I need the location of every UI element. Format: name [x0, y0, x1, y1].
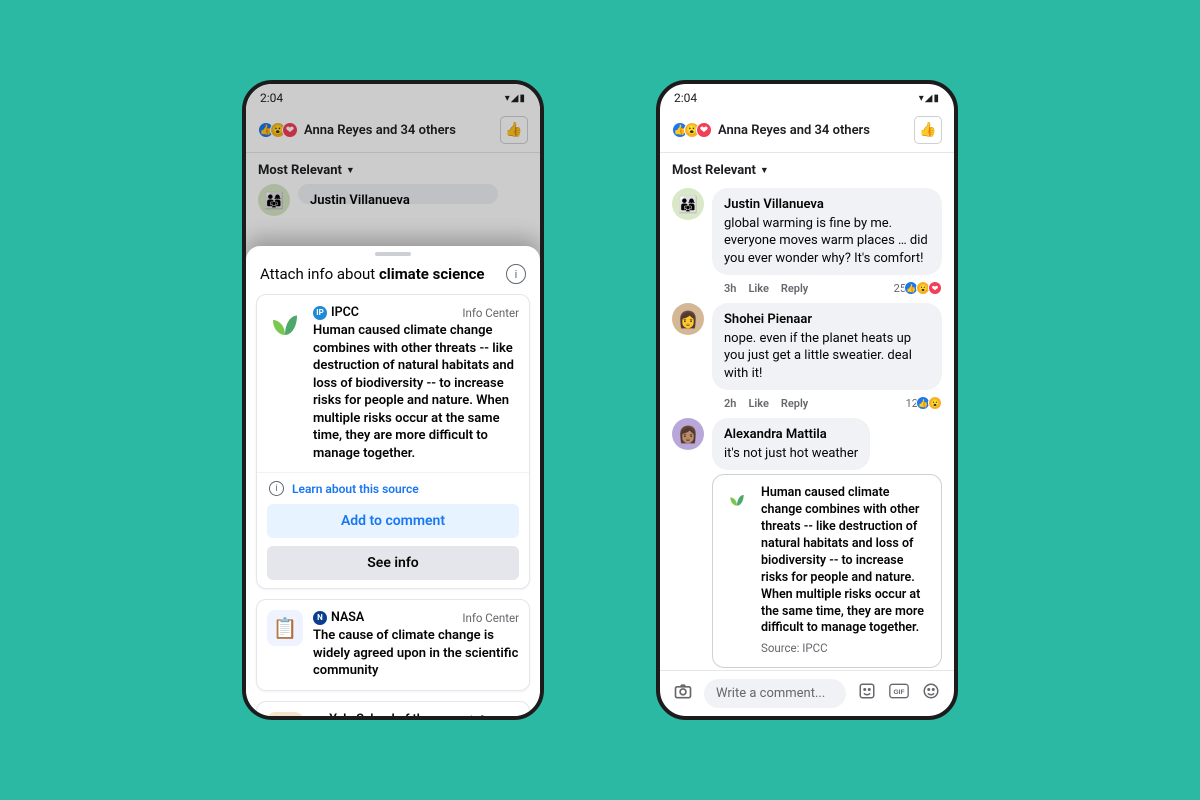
- info-card-ipcc[interactable]: IP IPCC Info Center Human caused climate…: [256, 294, 530, 589]
- emoji-icon[interactable]: [920, 682, 942, 705]
- comment-bubble: Alexandra Mattila it's not just hot weat…: [712, 418, 870, 470]
- comments-list[interactable]: 👨‍👩‍👧 Justin Villanueva global warming i…: [660, 184, 954, 670]
- heart-icon: ❤: [282, 122, 298, 138]
- sheet-title-prefix: Attach info about: [260, 265, 379, 283]
- reaction-summary[interactable]: Anna Reyes and 34 others: [304, 123, 494, 138]
- comment-text: global warming is fine by me. everyone m…: [724, 216, 928, 266]
- reaction-icons: 👍 😮 ❤: [672, 122, 712, 138]
- camera-icon[interactable]: [672, 681, 694, 706]
- sheet-title: Attach info about climate science i: [246, 260, 540, 294]
- comment-input[interactable]: Write a comment...: [704, 679, 846, 708]
- source-name: NASA: [331, 610, 364, 625]
- comments-list: 👨‍👩‍👧 Justin Villanueva: [246, 184, 540, 222]
- comment-bubble: Justin Villanueva global warming is fine…: [712, 188, 942, 275]
- comment-actions: 2h Like Reply 12 👍 😮: [724, 396, 942, 410]
- comment-author: Shohei Pienaar: [724, 311, 930, 329]
- drag-handle[interactable]: [375, 252, 411, 256]
- comment-bubble: Shohei Pienaar nope. even if the planet …: [712, 303, 942, 390]
- comment: 👩 Shohei Pienaar nope. even if the plane…: [672, 303, 942, 390]
- comment-author: Justin Villanueva: [724, 196, 930, 214]
- avatar[interactable]: 👨‍👩‍👧: [258, 184, 290, 216]
- sprout-icon: [267, 305, 303, 341]
- reaction-summary[interactable]: Anna Reyes and 34 others: [718, 123, 908, 138]
- sticker-icon[interactable]: [856, 682, 878, 705]
- reaction-count[interactable]: 12 👍 😮: [906, 396, 942, 410]
- attach-info-sheet: Attach info about climate science i IP I…: [246, 246, 540, 716]
- info-center-label: Info Center: [462, 611, 519, 625]
- comment-text: it's not just hot weather: [724, 446, 858, 461]
- info-center-label: Info Center: [470, 713, 519, 716]
- status-time: 2:04: [674, 91, 697, 105]
- sheet-body: IP IPCC Info Center Human caused climate…: [246, 294, 540, 716]
- reactions-bar: 👍 😮 ❤ Anna Reyes and 34 others 👍: [246, 108, 540, 153]
- info-icon[interactable]: i: [506, 264, 526, 284]
- phone-mock-left: 2:04 ▾◢▮ 👍 😮 ❤ Anna Reyes and 34 others …: [242, 80, 544, 720]
- attached-text: Human caused climate change combines wit…: [761, 485, 931, 637]
- info-center-label: Info Center: [462, 306, 519, 320]
- chevron-down-icon: ▼: [346, 165, 355, 176]
- learn-source-link: Learn about this source: [292, 482, 419, 496]
- heart-icon: ❤: [928, 281, 942, 295]
- svg-text:GIF: GIF: [893, 689, 904, 696]
- learn-source-row[interactable]: i Learn about this source: [257, 472, 529, 504]
- info-card-yale[interactable]: 🔥 Y Yale School of the Environ... Info C…: [256, 701, 530, 716]
- like-button[interactable]: 👍: [914, 116, 942, 144]
- status-icons: ▾◢▮: [505, 93, 526, 104]
- compose-bar: Write a comment... GIF: [660, 670, 954, 716]
- clipboard-icon: 📋: [267, 610, 303, 646]
- phone-mock-right: 2:04 ▾◢▮ 👍 😮 ❤ Anna Reyes and 34 others …: [656, 80, 958, 720]
- status-bar: 2:04 ▾◢▮: [246, 84, 540, 108]
- comment-time: 3h: [724, 282, 736, 295]
- status-bar: 2:04 ▾◢▮: [660, 84, 954, 108]
- info-card-nasa[interactable]: 📋 N NASA Info Center The cause of climat…: [256, 599, 530, 691]
- attached-source: Source: IPCC: [761, 641, 931, 657]
- avatar[interactable]: 👨‍👩‍👧: [672, 188, 704, 220]
- reply-link[interactable]: Reply: [781, 397, 808, 410]
- sort-label: Most Relevant: [258, 163, 342, 178]
- comment: 👩🏽 Alexandra Mattila it's not just hot w…: [672, 418, 942, 470]
- like-link[interactable]: Like: [748, 397, 768, 410]
- comment: 👨‍👩‍👧 Justin Villanueva global warming i…: [672, 188, 942, 275]
- comment-actions: 3h Like Reply 25 👍 😮 ❤: [724, 281, 942, 295]
- sheet-title-topic: climate science: [379, 265, 485, 283]
- sort-label: Most Relevant: [672, 163, 756, 178]
- card-text: Human caused climate change combines wit…: [313, 322, 519, 462]
- wow-icon: 😮: [928, 396, 942, 410]
- reactions-bar: 👍 😮 ❤ Anna Reyes and 34 others 👍: [660, 108, 954, 153]
- comment-text: nope. even if the planet heats up you ju…: [724, 331, 912, 381]
- avatar[interactable]: 👩🏽: [672, 418, 704, 450]
- reaction-icons: 👍 😮 ❤: [258, 122, 298, 138]
- source-badge: IP: [313, 306, 327, 320]
- sort-dropdown[interactable]: Most Relevant ▼: [246, 153, 540, 184]
- source-name: IPCC: [331, 305, 359, 320]
- card-text: The cause of climate change is widely ag…: [313, 627, 519, 680]
- source-badge: N: [313, 611, 327, 625]
- comment-time: 2h: [724, 397, 736, 410]
- info-icon: i: [269, 481, 284, 496]
- like-button[interactable]: 👍: [500, 116, 528, 144]
- gif-icon[interactable]: GIF: [888, 683, 910, 704]
- comment-author: Alexandra Mattila: [724, 426, 858, 444]
- attached-info-card[interactable]: Human caused climate change combines wit…: [712, 474, 942, 667]
- sprout-icon: [723, 485, 751, 513]
- status-icons: ▾◢▮: [919, 93, 940, 104]
- avatar[interactable]: 👩: [672, 303, 704, 335]
- reply-link[interactable]: Reply: [781, 282, 808, 295]
- add-to-comment-button[interactable]: Add to comment: [267, 504, 519, 538]
- like-link[interactable]: Like: [748, 282, 768, 295]
- chevron-down-icon: ▼: [760, 165, 769, 176]
- see-info-button[interactable]: See info: [267, 546, 519, 580]
- comment-author: Justin Villanueva: [310, 192, 486, 210]
- comment: 👨‍👩‍👧 Justin Villanueva: [258, 184, 528, 216]
- heart-icon: ❤: [696, 122, 712, 138]
- sort-dropdown[interactable]: Most Relevant ▼: [660, 153, 954, 184]
- fire-icon: 🔥: [267, 712, 303, 716]
- source-name: Yale School of the Environ...: [329, 712, 466, 716]
- status-time: 2:04: [260, 91, 283, 105]
- comment-bubble: Justin Villanueva: [298, 184, 498, 204]
- reaction-count[interactable]: 25 👍 😮 ❤: [894, 281, 942, 295]
